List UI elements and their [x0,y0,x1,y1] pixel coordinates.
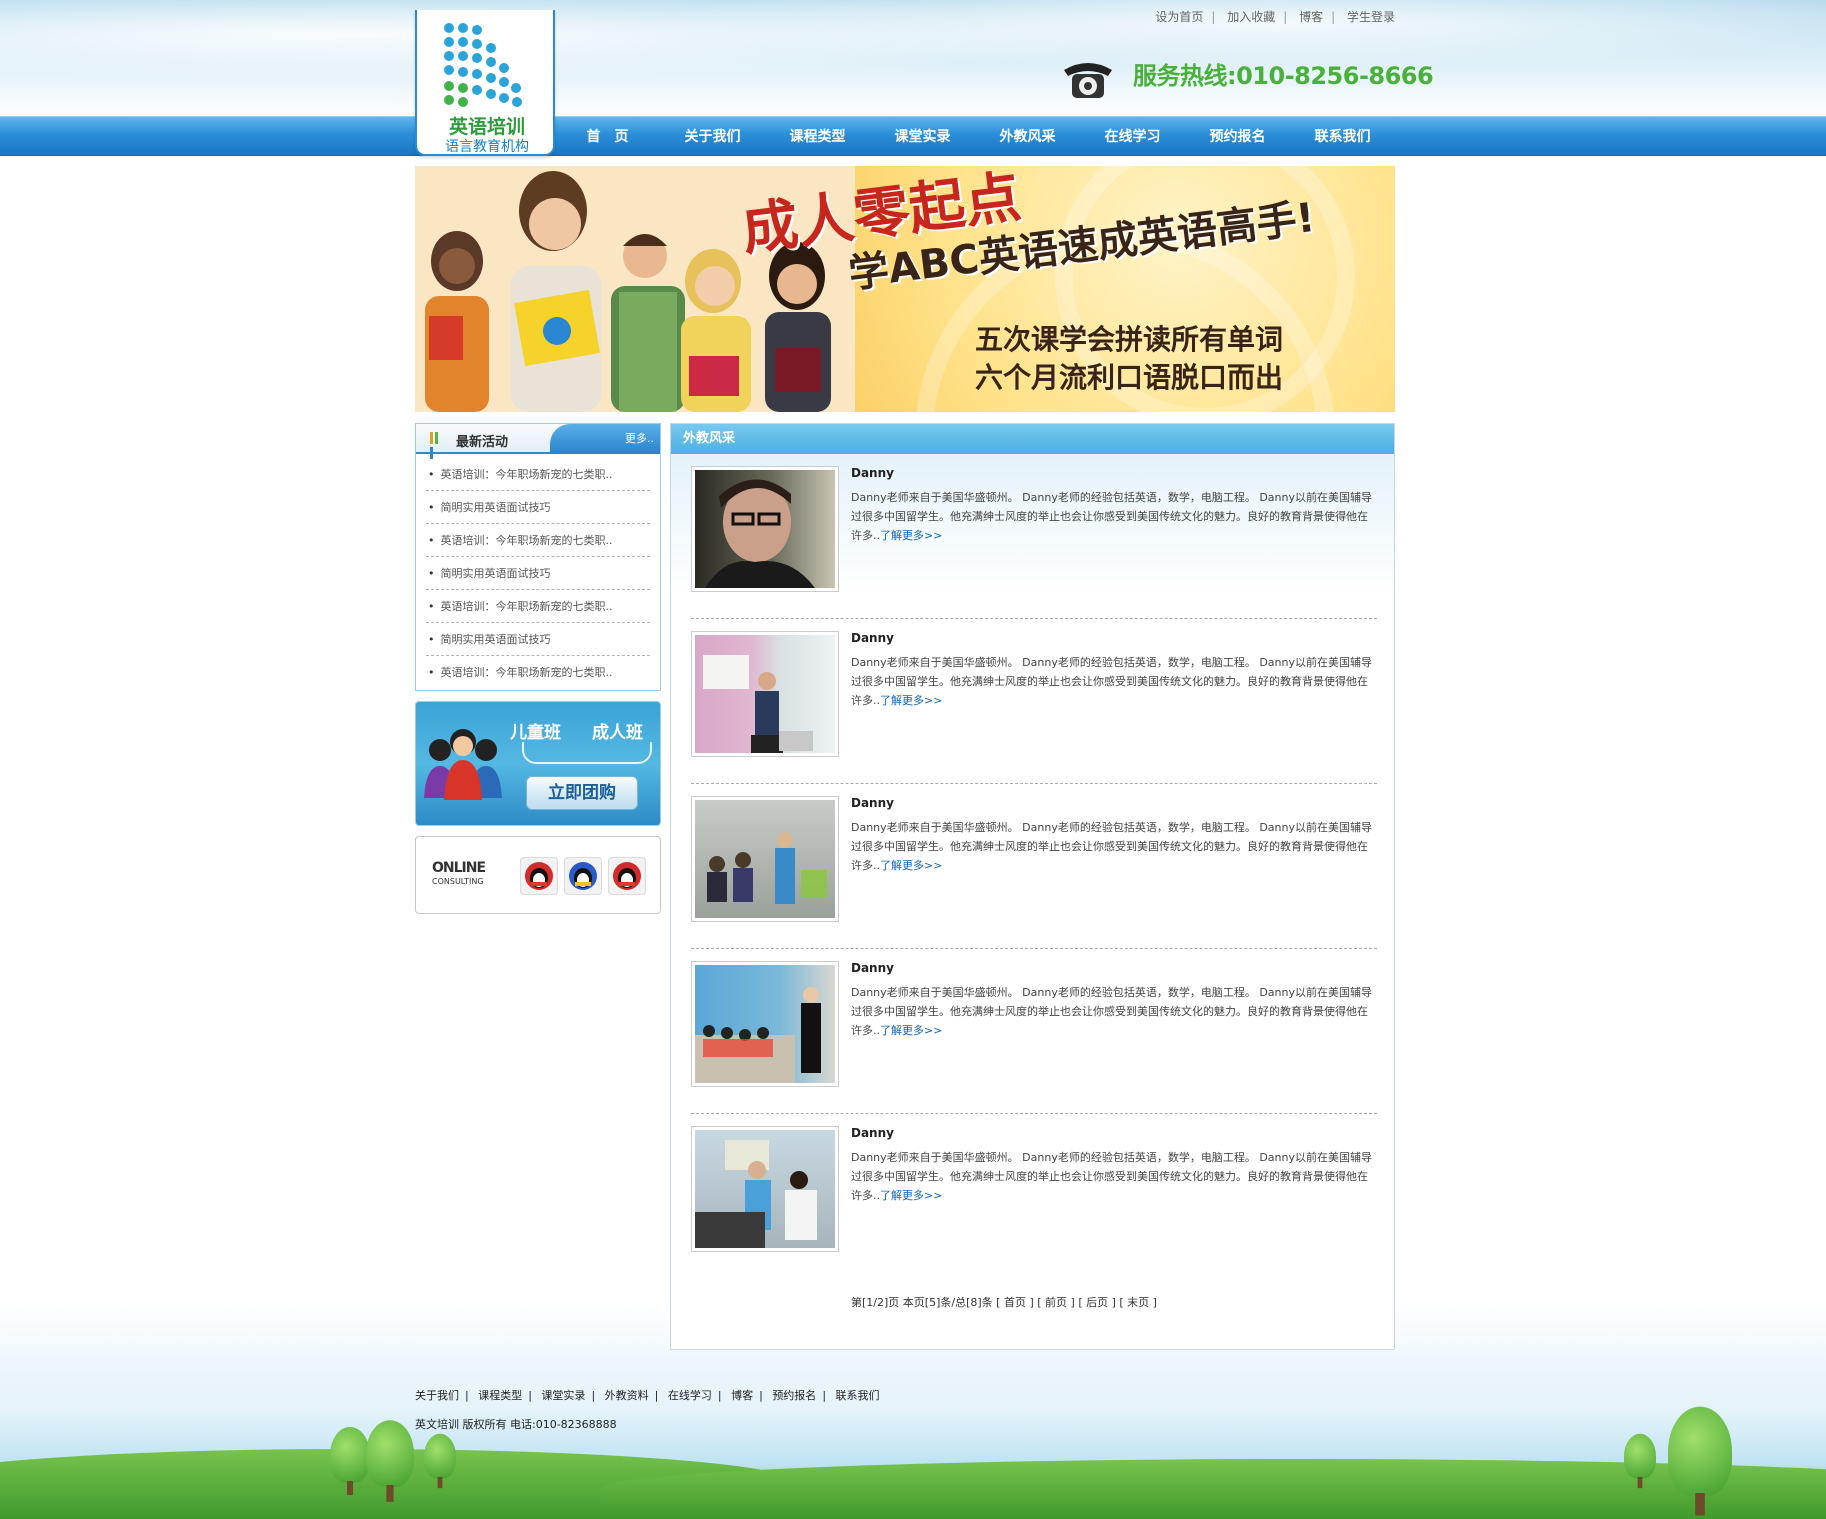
adults-class-label: 成人班 [592,723,643,743]
banner-line-2: 六个月流利口语脱口而出 [975,361,1284,394]
student-login-link[interactable]: 学生登录 [1347,10,1395,24]
news-item[interactable]: 简明实用英语面试技巧 [426,491,650,524]
telephone-icon [1064,63,1112,98]
news-panel: 最新活动 更多.. 英语培训：今年职场新宠的七类职.. 简明实用英语面试技巧 英… [415,423,661,691]
nav-item-online-learning[interactable]: 在线学习 [1080,126,1185,146]
logo-subtitle: 语言教育机构 [445,139,529,155]
bars-icon [430,432,444,459]
people-icon [424,729,502,800]
teacher-description: Danny老师来自于美国华盛顿州。 Danny老师的经验包括英语，数学，电脑工程… [851,1151,1372,1202]
news-item[interactable]: 英语培训：今年职场新宠的七类职.. [426,590,650,623]
site-logo[interactable]: 英语培训 语言教育机构 [415,10,555,156]
footer-link-classroom[interactable]: 课堂实录 [541,1389,585,1402]
service-hotline: 服务热线:010-8256-8666 [1133,62,1434,90]
teacher-name: Danny [851,466,894,480]
footer-link-contact[interactable]: 联系我们 [836,1389,880,1402]
news-item[interactable]: 简明实用英语面试技巧 [426,557,650,590]
qq-chat-icon[interactable] [564,857,602,895]
teacher-item: Danny Danny老师来自于美国华盛顿州。 Danny老师的经验包括英语，数… [691,1114,1377,1279]
nav-item-signup[interactable]: 预约报名 [1185,126,1290,146]
news-list: 英语培训：今年职场新宠的七类职.. 简明实用英语面试技巧 英语培训：今年职场新宠… [416,454,660,689]
banner-line-1: 五次课学会拼读所有单词 [975,323,1284,356]
online-consulting-label: ONLINE CONSULTING [432,860,486,886]
teacher-description: Danny老师来自于美国华盛顿州。 Danny老师的经验包括英语，数学，电脑工程… [851,986,1372,1037]
footer-links: 关于我们 | 课程类型 | 课堂实录 | 外教资料 | 在线学习 | 博客 | 预约报名 | … [415,1389,880,1402]
tree-icon [1624,1433,1656,1489]
learn-more-link[interactable]: 了解更多>> [880,1189,942,1202]
teacher-photo[interactable] [691,1126,839,1252]
pagination-prev[interactable]: [ 前页 ] [1037,1296,1075,1309]
qq-chat-icon[interactable] [608,857,646,895]
blog-link[interactable]: 博客 [1299,10,1323,24]
tree-icon [366,1420,414,1502]
pagination-first[interactable]: [ 首页 ] [996,1296,1034,1309]
footer-link-about[interactable]: 关于我们 [415,1389,459,1402]
nav-item-courses[interactable]: 课程类型 [765,126,870,146]
news-panel-title: 最新活动 [456,435,509,450]
learn-more-link[interactable]: 了解更多>> [880,1024,942,1037]
learn-more-link[interactable]: 了解更多>> [880,694,942,707]
main-nav: 首 页 关于我们 课程类型 课堂实录 外教风采 在线学习 预约报名 联系我们 [555,116,1395,156]
pagination-last[interactable]: [ 末页 ] [1119,1296,1157,1309]
online-consulting: ONLINE CONSULTING [415,836,661,914]
learn-more-link[interactable]: 了解更多>> [880,529,942,542]
teachers-panel: 外教风采 Danny Danny老师来自于美国华盛顿州。 Danny老师的经验包… [670,423,1395,1350]
tree-icon [1668,1406,1732,1516]
teacher-name: Danny [851,1126,894,1140]
news-item[interactable]: 英语培训：今年职场新宠的七类职.. [426,524,650,557]
add-favorite-link[interactable]: 加入收藏 [1227,10,1275,24]
logo-dots-icon [444,23,522,107]
teacher-description: Danny老师来自于美国华盛顿州。 Danny老师的经验包括英语，数学，电脑工程… [851,821,1372,872]
pagination-next[interactable]: [ 后页 ] [1078,1296,1116,1309]
page-container: 英语培训 语言教育机构 设为首页 | 加入收藏 | 博客 | 学生登录 服务热线:01… [415,0,1434,1519]
teachers-panel-title: 外教风采 [671,424,1394,454]
kids-class-label: 儿童班 [510,723,561,743]
nav-item-classroom[interactable]: 课堂实录 [870,126,975,146]
teacher-photo[interactable] [691,961,839,1087]
teacher-photo[interactable] [691,631,839,757]
news-item[interactable]: 英语培训：今年职场新宠的七类职.. [426,458,650,491]
hero-banner[interactable]: 成人零起点 学ABC英语速成英语高手! 五次课学会拼读所有单词 六个月流利口语脱… [415,166,1395,412]
teacher-photo[interactable] [691,466,839,592]
group-buy-button[interactable]: 立即团购 [526,776,638,810]
news-panel-header: 最新活动 更多.. [416,424,660,459]
nav-item-teachers[interactable]: 外教风采 [975,126,1080,146]
pagination: 第[1/2]页 本页[5]条/总[8]条 [ 首页 ] [ 前页 ] [ 后页 … [851,1294,1157,1310]
news-item[interactable]: 英语培训：今年职场新宠的七类职.. [426,656,650,689]
teacher-name: Danny [851,961,894,975]
teacher-description: Danny老师来自于美国华盛顿州。 Danny老师的经验包括英语，数学，电脑工程… [851,656,1372,707]
tree-icon [330,1427,370,1495]
teacher-item: Danny Danny老师来自于美国华盛顿州。 Danny老师的经验包括英语，数… [691,619,1377,784]
teacher-photo[interactable] [691,796,839,922]
nav-item-home[interactable]: 首 页 [555,126,660,146]
set-homepage-link[interactable]: 设为首页 [1155,10,1203,24]
teacher-description: Danny老师来自于美国华盛顿州。 Danny老师的经验包括英语，数学，电脑工程… [851,491,1372,542]
top-links: 设为首页 | 加入收藏 | 博客 | 学生登录 [1155,10,1395,24]
footer-link-blog[interactable]: 博客 [731,1389,753,1402]
nav-item-contact[interactable]: 联系我们 [1290,126,1395,146]
news-item[interactable]: 简明实用英语面试技巧 [426,623,650,656]
nav-item-about[interactable]: 关于我们 [660,126,765,146]
teacher-item: Danny Danny老师来自于美国华盛顿州。 Danny老师的经验包括英语，数… [691,784,1377,949]
teacher-name: Danny [851,631,894,645]
pagination-info: 第[1/2]页 本页[5]条/总[8]条 [851,1296,993,1309]
footer-link-signup[interactable]: 预约报名 [772,1389,816,1402]
footer-link-teachers[interactable]: 外教资料 [605,1389,649,1402]
teacher-item: Danny Danny老师来自于美国华盛顿州。 Danny老师的经验包括英语，数… [691,454,1377,619]
teacher-item: Danny Danny老师来自于美国华盛顿州。 Danny老师的经验包括英语，数… [691,949,1377,1114]
qq-chat-icon[interactable] [520,857,558,895]
news-more-link[interactable]: 更多.. [625,430,654,446]
group-buy-promo[interactable]: 儿童班 成人班 立即团购 [415,701,661,826]
footer-link-courses[interactable]: 课程类型 [478,1389,522,1402]
copyright: 英文培训 版权所有 电话:010-82368888 [415,1418,617,1431]
footer-link-online[interactable]: 在线学习 [668,1389,712,1402]
teacher-name: Danny [851,796,894,810]
learn-more-link[interactable]: 了解更多>> [880,859,942,872]
logo-title: 英语培训 [448,116,525,138]
